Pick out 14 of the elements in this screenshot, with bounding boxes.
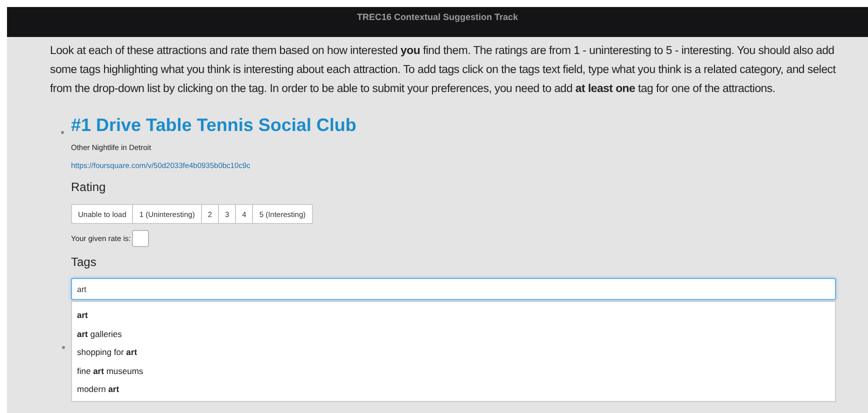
tags-input-field[interactable]: art [71,278,836,300]
suggestion-item[interactable]: art galleries [77,326,835,345]
given-rate-box [132,230,149,247]
tags-heading: Tags [71,255,98,269]
header-title: TREC16 Contextual Suggestion Track [356,12,518,22]
bullet-icon [61,131,64,134]
rating-heading: Rating [71,180,107,194]
suggestion-item[interactable]: shopping for art [77,345,835,364]
suggestion-item[interactable]: modern art [77,382,835,400]
bullet-icon [62,346,65,349]
suggestion-item[interactable]: art [77,308,835,326]
suggestion-item[interactable]: fine art museums [77,364,835,382]
instructions-text: Look at each of these attractions and rate them based on how interested you find them. The ratings are from 1 - uninteresting to 5 - interesting. You should also add some tags highlighting what you think is interesting about each attraction. To add tags click on the tags text field, type what you think is a related category, and select from the drop-down list by clicking on the tag. In order to be able to submit your preferences, you need to add at least one tag for one of the attractions. [50,44,837,97]
attraction-title: #1 Drive Table Tennis Social Club [71,114,358,137]
